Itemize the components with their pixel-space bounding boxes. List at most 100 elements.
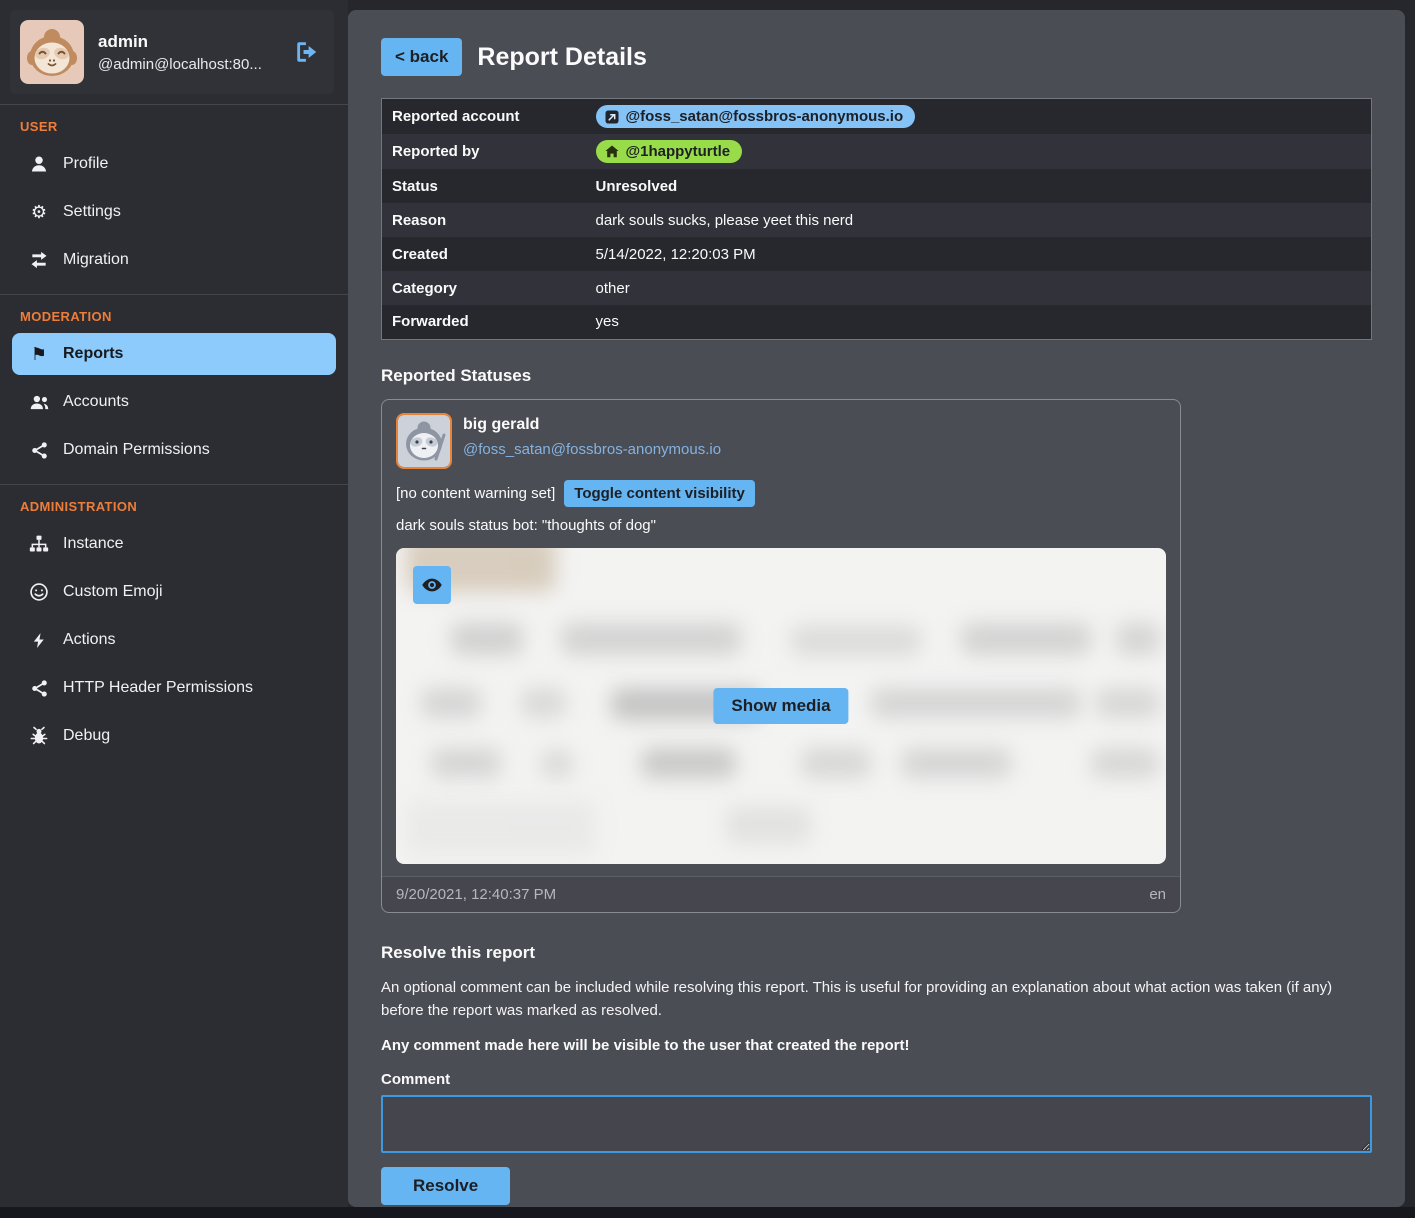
page-header: < back Report Details: [381, 38, 1372, 76]
table-row: Reason dark souls sucks, please yeet thi…: [382, 203, 1372, 237]
reported-status-card: big gerald @foss_satan@fossbros-anonymou…: [381, 399, 1181, 913]
status-timestamp: 9/20/2021, 12:40:37 PM: [396, 886, 556, 903]
user-display-name: admin: [98, 32, 276, 52]
page-title: Report Details: [477, 43, 646, 72]
person-icon: [28, 153, 50, 175]
table-row: Created 5/14/2022, 12:20:03 PM: [382, 237, 1372, 271]
report-details-panel: < back Report Details Reported account: [348, 10, 1405, 1207]
comment-label: Comment: [381, 1071, 1372, 1088]
row-label: Reported account: [382, 99, 586, 135]
sidebar: admin @admin@localhost:80... USER: [0, 0, 348, 1207]
table-row: Forwarded yes: [382, 305, 1372, 339]
status-content: dark souls status bot: "thoughts of dog": [382, 517, 1180, 543]
page-bottom-strip: [0, 1207, 1415, 1218]
report-detail-table: Reported account @foss_satan@fossbros-an…: [381, 98, 1372, 340]
status-author-avatar: [396, 413, 452, 469]
resolve-description: An optional comment can be included whil…: [381, 976, 1372, 1023]
content-warning-row: [no content warning set] Toggle content …: [382, 478, 1180, 517]
gears-icon: ⚙: [28, 201, 50, 223]
sidebar-item-label: Reports: [63, 345, 123, 363]
row-label: Reported by: [382, 134, 586, 169]
smiley-icon: [28, 581, 50, 603]
content-warning-note: [no content warning set]: [396, 485, 555, 502]
status-author-name: big gerald: [463, 413, 721, 434]
sidebar-item-label: Profile: [63, 155, 108, 173]
table-row: Reported account @foss_satan@fossbros-an…: [382, 99, 1372, 135]
section-label-user: USER: [0, 105, 348, 140]
sidebar-item-label: Custom Emoji: [63, 583, 163, 601]
row-label: Forwarded: [382, 305, 586, 339]
sidebar-item-profile[interactable]: Profile: [12, 143, 336, 185]
created-value: 5/14/2022, 12:20:03 PM: [586, 237, 1372, 271]
reported-account-badge[interactable]: @foss_satan@fossbros-anonymous.io: [596, 105, 916, 128]
row-label: Status: [382, 169, 586, 203]
sidebar-item-label: Settings: [63, 203, 121, 221]
sitemap-icon: [28, 533, 50, 555]
user-handle: @admin@localhost:80...: [98, 56, 276, 73]
section-label-moderation: MODERATION: [0, 295, 348, 330]
reason-value: dark souls sucks, please yeet this nerd: [586, 203, 1372, 237]
users-icon: [28, 391, 50, 413]
sidebar-item-label: Instance: [63, 535, 123, 553]
row-label: Reason: [382, 203, 586, 237]
toggle-content-visibility-button[interactable]: Toggle content visibility: [564, 480, 755, 507]
status-language-tag: en: [1149, 886, 1166, 903]
flag-icon: ⚑: [28, 343, 50, 365]
section-label-administration: ADMINISTRATION: [0, 485, 348, 520]
status-value: Unresolved: [586, 169, 1372, 203]
eye-icon: [421, 574, 443, 596]
sidebar-item-domain-permissions[interactable]: Domain Permissions: [12, 429, 336, 471]
sidebar-item-actions[interactable]: Actions: [12, 619, 336, 661]
sidebar-item-label: Accounts: [63, 393, 129, 411]
row-label: Created: [382, 237, 586, 271]
home-icon: [605, 145, 619, 158]
bolt-icon: [28, 629, 50, 651]
resolve-warning: Any comment made here will be visible to…: [381, 1037, 1372, 1054]
admin-avatar: [20, 20, 84, 84]
resolve-button[interactable]: Resolve: [381, 1167, 510, 1205]
media-eye-button[interactable]: [413, 566, 451, 604]
main-area: < back Report Details Reported account: [348, 0, 1415, 1207]
table-row: Category other: [382, 271, 1372, 305]
reporter-handle: @1happyturtle: [626, 143, 731, 160]
sidebar-item-migration[interactable]: Migration: [12, 239, 336, 281]
resolve-heading: Resolve this report: [381, 943, 1372, 963]
sidebar-item-label: Actions: [63, 631, 115, 649]
app: admin @admin@localhost:80... USER: [0, 0, 1415, 1207]
sidebar-item-label: Domain Permissions: [63, 441, 210, 459]
category-value: other: [586, 271, 1372, 305]
reporter-badge[interactable]: @1happyturtle: [596, 140, 743, 163]
share-nodes-icon: [28, 439, 50, 461]
logout-button[interactable]: [290, 35, 324, 69]
sidebar-item-http-header-permissions[interactable]: HTTP Header Permissions: [12, 667, 336, 709]
blurred-media-preview: Show media: [396, 548, 1166, 864]
sidebar-item-settings[interactable]: ⚙ Settings: [12, 191, 336, 233]
reported-account-handle: @foss_satan@fossbros-anonymous.io: [626, 108, 904, 125]
status-author: big gerald @foss_satan@fossbros-anonymou…: [463, 413, 721, 458]
user-card[interactable]: admin @admin@localhost:80...: [10, 10, 334, 94]
sidebar-item-accounts[interactable]: Accounts: [12, 381, 336, 423]
sidebar-item-custom-emoji[interactable]: Custom Emoji: [12, 571, 336, 613]
user-names: admin @admin@localhost:80...: [98, 32, 276, 73]
sidebar-item-label: HTTP Header Permissions: [63, 679, 253, 697]
transfer-arrows-icon: [28, 249, 50, 271]
sidebar-item-label: Debug: [63, 727, 110, 745]
reported-statuses-heading: Reported Statuses: [381, 366, 1372, 386]
table-row: Status Unresolved: [382, 169, 1372, 203]
sign-out-icon: [294, 39, 320, 65]
share-nodes-icon: [28, 677, 50, 699]
status-footer: 9/20/2021, 12:40:37 PM en: [382, 876, 1180, 912]
bug-icon: [28, 725, 50, 747]
sidebar-item-instance[interactable]: Instance: [12, 523, 336, 565]
show-media-button[interactable]: Show media: [713, 688, 848, 724]
sidebar-item-reports[interactable]: ⚑ Reports: [12, 333, 336, 375]
back-button[interactable]: < back: [381, 38, 462, 76]
sidebar-item-debug[interactable]: Debug: [12, 715, 336, 757]
external-link-icon: [605, 110, 619, 124]
comment-textarea[interactable]: [381, 1095, 1372, 1153]
status-author-handle[interactable]: @foss_satan@fossbros-anonymous.io: [463, 441, 721, 458]
table-row: Reported by @1happyturtle: [382, 134, 1372, 169]
forwarded-value: yes: [586, 305, 1372, 339]
sidebar-item-label: Migration: [63, 251, 129, 269]
row-label: Category: [382, 271, 586, 305]
